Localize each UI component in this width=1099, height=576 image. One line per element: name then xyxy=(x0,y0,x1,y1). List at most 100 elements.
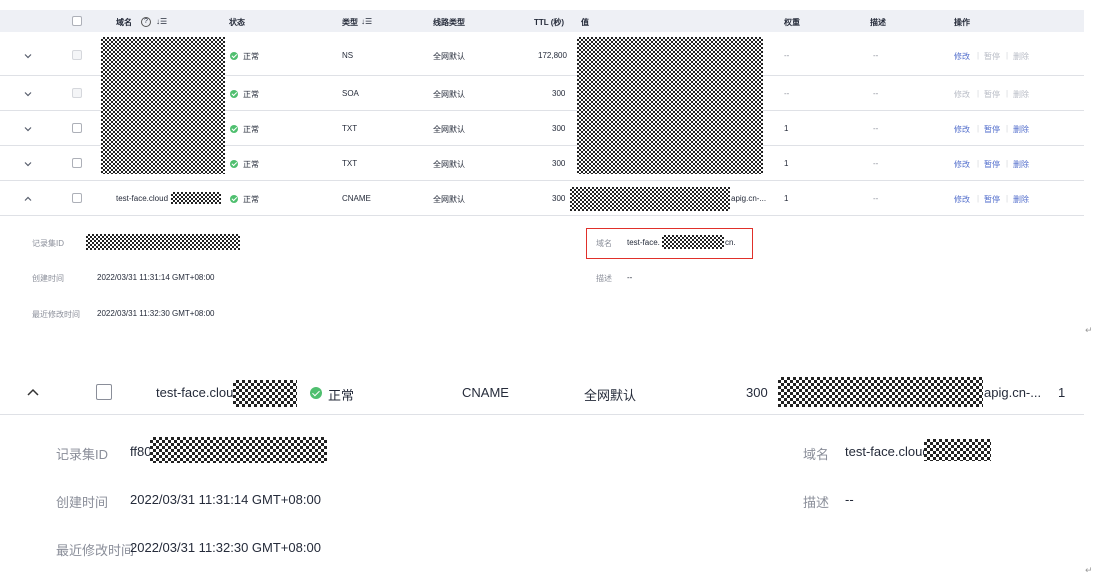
success-icon xyxy=(230,90,238,98)
pause-link[interactable]: 暂停 xyxy=(984,159,1000,170)
header-description: 描述 xyxy=(870,18,886,27)
status-text: 正常 xyxy=(243,125,259,134)
header-weight: 权重 xyxy=(784,18,800,27)
delete-link[interactable]: 删除 xyxy=(1013,159,1029,170)
domain-value: test-face.cloud xyxy=(845,444,930,459)
domain-value-suffix: cn. xyxy=(725,238,736,247)
edit-link[interactable]: 修改 xyxy=(954,89,970,100)
paragraph-mark: ↵ xyxy=(1085,325,1093,335)
delete-link[interactable]: 删除 xyxy=(1013,124,1029,135)
separator: | xyxy=(977,124,980,133)
chevron-down-icon[interactable] xyxy=(24,90,32,98)
status-text: 正常 xyxy=(243,90,259,99)
type-cell: TXT xyxy=(342,159,358,168)
line-cell: 全网默认 xyxy=(433,125,465,134)
edit-link[interactable]: 修改 xyxy=(954,159,970,170)
status-text: 正常 xyxy=(243,52,259,61)
row-divider xyxy=(0,215,1084,216)
modified-label: 最近修改时间 xyxy=(32,310,80,319)
row-checkbox[interactable] xyxy=(72,50,82,60)
redacted-domain xyxy=(924,439,991,461)
chevron-down-icon[interactable] xyxy=(24,160,32,168)
row-checkbox[interactable] xyxy=(72,158,82,168)
record-id-label: 记录集ID xyxy=(56,447,109,462)
type-cell: TXT xyxy=(342,124,358,133)
ttl-cell: 300 xyxy=(746,385,768,400)
type-cell: CNAME xyxy=(462,385,509,400)
separator: | xyxy=(1006,89,1009,98)
header-line-type: 线路类型 xyxy=(433,18,465,27)
row-checkbox[interactable] xyxy=(72,193,82,203)
row-checkbox[interactable] xyxy=(72,88,82,98)
pause-link[interactable]: 暂停 xyxy=(984,124,1000,135)
success-icon xyxy=(230,195,238,203)
chevron-down-icon[interactable] xyxy=(24,125,32,133)
line-cell: 全网默认 xyxy=(433,195,465,204)
header-ttl: TTL (秒) xyxy=(534,18,565,27)
paragraph-mark: ↵ xyxy=(1085,565,1093,575)
chevron-down-icon[interactable] xyxy=(24,52,32,60)
desc-cell: -- xyxy=(873,124,879,133)
row-checkbox[interactable] xyxy=(96,384,112,400)
desc-cell: -- xyxy=(873,194,879,203)
sort-icon[interactable]: ↓☰ xyxy=(156,17,167,26)
header-value: 值 xyxy=(581,18,589,27)
domain-label: 域名 xyxy=(803,447,830,462)
domain-cell: test-face.cloud xyxy=(156,385,241,400)
header-status: 状态 xyxy=(229,18,245,27)
redacted-record-id xyxy=(86,234,240,250)
success-icon xyxy=(230,125,238,133)
header-domain[interactable]: 域名 xyxy=(116,17,132,28)
row-divider xyxy=(0,414,1084,415)
chevron-up-icon[interactable] xyxy=(24,195,32,203)
redacted-record-id xyxy=(150,437,327,463)
redacted-value xyxy=(778,377,983,407)
pause-link[interactable]: 暂停 xyxy=(984,194,1000,205)
success-icon xyxy=(310,387,322,399)
ttl-cell: 300 xyxy=(552,159,566,168)
redacted-domain xyxy=(101,37,225,174)
sort-icon[interactable]: ↓☰ xyxy=(361,17,372,26)
redacted-domain xyxy=(662,235,724,249)
success-icon xyxy=(230,160,238,168)
chevron-up-icon[interactable] xyxy=(26,386,40,400)
pause-link[interactable]: 暂停 xyxy=(984,89,1000,100)
edit-link[interactable]: 修改 xyxy=(954,194,970,205)
redacted-domain xyxy=(171,192,221,204)
type-cell: CNAME xyxy=(342,194,371,203)
line-cell: 全网默认 xyxy=(584,388,637,403)
value-cell: apig.cn-... xyxy=(731,194,767,203)
pause-link[interactable]: 暂停 xyxy=(984,51,1000,62)
separator: | xyxy=(977,89,980,98)
created-value: 2022/03/31 11:31:14 GMT+08:00 xyxy=(97,273,215,282)
header-type[interactable]: 类型 xyxy=(342,17,358,28)
delete-link[interactable]: 删除 xyxy=(1013,51,1029,62)
row-divider xyxy=(0,180,1084,181)
separator: | xyxy=(1006,194,1009,203)
redacted-domain xyxy=(233,380,297,407)
delete-link[interactable]: 删除 xyxy=(1013,194,1029,205)
redacted-value xyxy=(570,187,730,211)
row-checkbox[interactable] xyxy=(72,123,82,133)
ttl-cell: 300 xyxy=(552,89,566,98)
help-icon[interactable]: ? xyxy=(141,17,151,27)
separator: | xyxy=(977,159,980,168)
record-id-label: 记录集ID xyxy=(32,239,64,248)
weight-cell: 1 xyxy=(1058,385,1066,400)
ttl-cell: 300 xyxy=(552,194,566,203)
delete-link[interactable]: 删除 xyxy=(1013,89,1029,100)
type-cell: NS xyxy=(342,51,354,60)
status-text: 正常 xyxy=(328,388,355,403)
edit-link[interactable]: 修改 xyxy=(954,51,970,62)
weight-cell: 1 xyxy=(784,159,789,168)
redacted-value xyxy=(577,37,763,174)
line-cell: 全网默认 xyxy=(433,52,465,61)
modified-label: 最近修改时间 xyxy=(56,543,135,558)
created-label: 创建时间 xyxy=(32,274,64,283)
select-all-checkbox[interactable] xyxy=(72,16,82,26)
separator: | xyxy=(977,194,980,203)
edit-link[interactable]: 修改 xyxy=(954,124,970,135)
modified-value: 2022/03/31 11:32:30 GMT+08:00 xyxy=(97,309,215,318)
status-text: 正常 xyxy=(243,160,259,169)
line-cell: 全网默认 xyxy=(433,90,465,99)
